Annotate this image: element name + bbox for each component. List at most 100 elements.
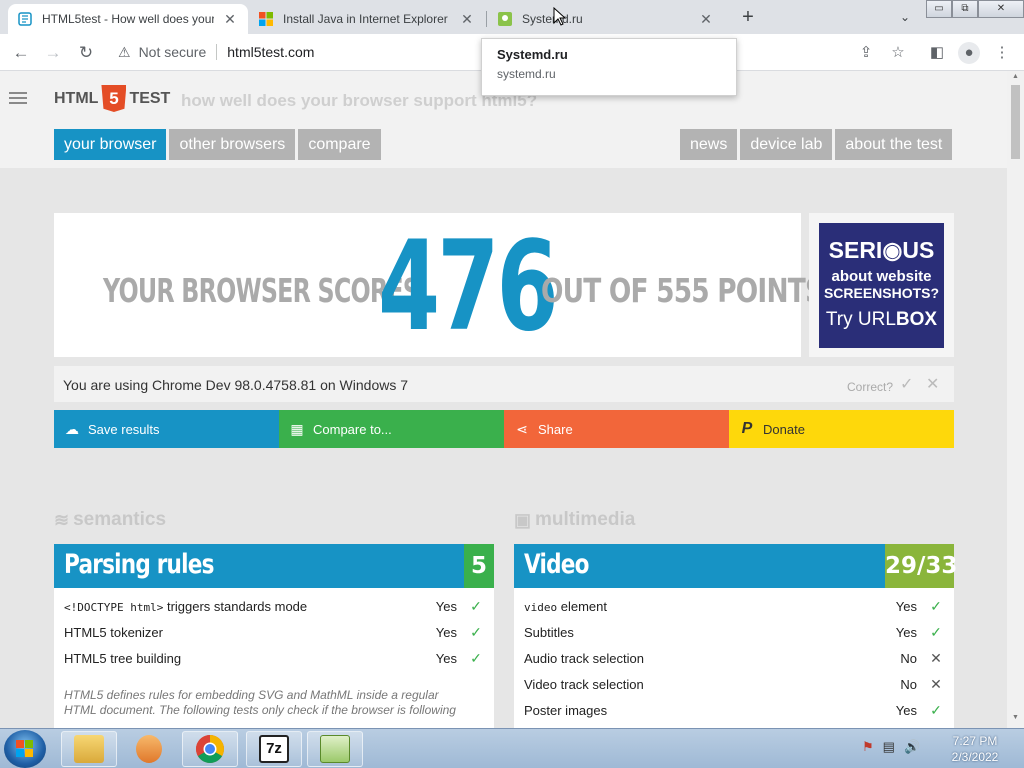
microsoft-favicon-icon [259,12,273,26]
donate-button[interactable]: P Donate [729,410,954,448]
scroll-down-arrow-icon[interactable]: ▼ [1007,714,1024,726]
taskbar-notepad[interactable] [307,731,363,767]
row-value: Yes [895,625,917,640]
table-row[interactable]: video element Yes ✓ [514,598,954,625]
table-row[interactable]: Poster images Yes ✓ [514,702,954,728]
row-value: No [900,651,917,666]
address-bar[interactable]: ⚠ Not secure html5test.com [108,37,850,67]
browser-menu-icon[interactable]: ⋮ [991,42,1013,64]
tab-close-icon[interactable]: ✕ [459,11,475,28]
taskbar-media-player[interactable] [121,731,177,767]
table-row[interactable]: <!DOCTYPE html> triggers standards mode … [54,598,494,625]
side-panel-icon[interactable]: ◧ [926,42,948,64]
taskbar-chrome[interactable] [182,731,238,767]
grid-icon: ▦ [290,420,304,437]
panel-points: 29/33 [885,544,957,588]
row-value: Yes [435,625,457,640]
panel-points: 5 [464,544,494,588]
page-viewport: HTML 5 TEST how well does your browser s… [0,71,1007,728]
logo-html: HTML [54,89,99,107]
network-icon[interactable]: ▤ [883,739,895,755]
save-results-label: Save results [88,421,160,437]
nav-other-browsers[interactable]: other browsers [169,129,296,160]
clock-date: 2/3/2022 [951,750,999,764]
table-row[interactable]: HTML5 tree building Yes ✓ [54,650,494,677]
restore-button[interactable]: ⧉ [952,0,978,18]
label-text: element [557,599,607,614]
taskbar-7zip[interactable]: 7z [246,731,302,767]
tooltip-title: Systemd.ru [497,47,568,62]
row-label: Poster images [524,703,608,718]
tab-html5test[interactable]: HTML5test - How well does your ✕ [8,4,248,34]
taskbar-explorer[interactable] [61,731,117,767]
volume-icon[interactable]: 🔊 [904,739,920,755]
row-label: Subtitles [524,625,574,640]
tab-close-icon[interactable]: ✕ [222,11,238,28]
bookmark-star-icon[interactable]: ☆ [887,42,909,64]
nav-news[interactable]: news [680,129,738,160]
not-secure-icon[interactable]: ⚠ [118,44,131,61]
check-icon: ✓ [470,650,482,666]
minimize-button[interactable]: ▭ [926,0,952,18]
taskbar-clock[interactable]: 7:27 PM 2/3/2022 [940,733,1010,765]
row-value: Yes [435,651,457,666]
forward-button[interactable]: → [42,42,64,64]
ad-banner[interactable]: SERI◉US about website SCREENSHOTS? Try U… [819,223,944,348]
row-value: Yes [895,599,917,614]
ad-try-url: Try URL [825,309,896,330]
security-label[interactable]: Not secure [139,44,207,60]
window-close-button[interactable]: ✕ [978,0,1024,18]
panel-title: Video [524,549,589,580]
tab-title: HTML5test - How well does your [42,12,214,26]
nav-your-browser[interactable]: your browser [54,129,167,160]
table-row[interactable]: Audio track selection No ✕ [514,650,954,677]
sevenzip-icon: 7z [259,735,289,763]
share-button[interactable]: ⋖ Share [504,410,729,448]
back-button[interactable]: ← [10,42,32,64]
chrome-icon [196,735,224,763]
cross-icon: ✕ [930,676,942,692]
nav-device-lab[interactable]: device lab [740,129,833,160]
table-row[interactable]: Subtitles Yes ✓ [514,624,954,651]
nav-compare[interactable]: compare [298,129,381,160]
tab-strip: HTML5test - How well does your ✕ Install… [0,0,1024,34]
start-button[interactable] [4,730,46,768]
row-label: Audio track selection [524,651,644,666]
share-icon[interactable]: ⇪ [855,42,877,64]
table-row[interactable]: Video track selection No ✕ [514,676,954,703]
code-label: <!DOCTYPE html> [64,601,164,614]
html5test-logo[interactable]: HTML 5 TEST [54,85,170,112]
tab-install-java[interactable]: Install Java in Internet Explorer ✕ [249,4,485,34]
tab-search-icon[interactable]: ⌄ [896,7,914,27]
check-icon: ✓ [470,598,482,614]
row-label: video element [524,599,607,614]
check-icon: ✓ [930,598,942,614]
table-row[interactable]: HTML5 tokenizer Yes ✓ [54,624,494,651]
reject-x-icon[interactable]: ✕ [926,374,939,394]
ad-line-screenshots: SCREENSHOTS? [823,285,940,301]
profile-avatar-icon[interactable]: ● [958,42,980,64]
scroll-up-arrow-icon[interactable]: ▲ [1007,73,1024,85]
urlbox-ad[interactable]: SERI◉US about website SCREENSHOTS? Try U… [809,213,954,357]
check-icon: ✓ [930,702,942,718]
tab-systemd[interactable]: Systemd.ru ✕ [488,4,724,34]
tab-close-icon[interactable]: ✕ [698,11,714,28]
save-results-button[interactable]: ☁ Save results [54,410,279,448]
confirm-check-icon[interactable]: ✓ [900,374,913,394]
compare-to-button[interactable]: ▦ Compare to... [279,410,504,448]
score-panel: YOUR BROWSER SCORES 476 OUT OF 555 POINT… [54,213,824,357]
action-center-flag-icon[interactable]: ⚑ [862,739,874,755]
check-icon: ✓ [930,624,942,640]
ad-box: BOX [895,309,938,330]
scroll-thumb[interactable] [1011,85,1020,159]
multimedia-film-icon: ▣ [514,509,532,530]
url-text[interactable]: html5test.com [227,44,314,60]
nav-about-the-test[interactable]: about the test [835,129,953,160]
panel-title: Parsing rules [64,549,214,580]
page-scrollbar[interactable]: ▲ ▼ [1007,71,1024,728]
reload-button[interactable]: ↻ [75,42,97,64]
ad-line-about: about website [831,268,932,285]
hamburger-menu-icon[interactable] [9,92,27,107]
check-icon: ✓ [470,624,482,640]
new-tab-button[interactable]: + [738,6,758,28]
